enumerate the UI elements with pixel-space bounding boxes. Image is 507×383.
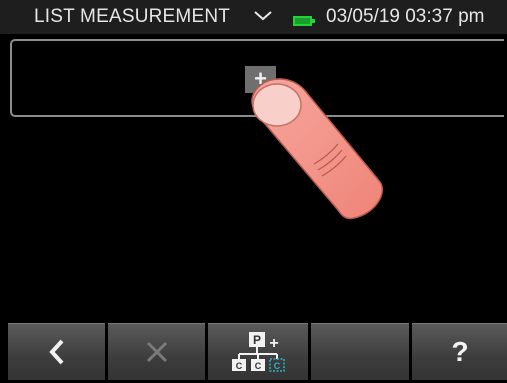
delete-button[interactable]	[108, 323, 205, 380]
hierarchy-icon-plus: +	[269, 335, 278, 352]
chevron-down-icon[interactable]	[252, 9, 274, 23]
add-measurement-button[interactable]: +	[245, 66, 276, 93]
hierarchy-icon-c2: C	[255, 361, 262, 371]
hierarchy-icon-c1: C	[236, 361, 243, 371]
datetime: 03/05/19 03:37 pm	[326, 6, 485, 27]
hierarchy-icon-p: P	[253, 333, 261, 347]
back-button[interactable]	[8, 323, 105, 380]
chevron-left-icon	[47, 338, 67, 366]
add-hierarchy-button[interactable]: P + C C C	[208, 323, 308, 380]
close-icon	[145, 340, 169, 364]
help-label: ?	[451, 336, 469, 367]
softkey-bar: P + C C C ?	[8, 323, 507, 383]
battery-icon	[293, 13, 315, 26]
list-measurement-screen: LIST MEASUREMENT 03/05/19 03:37 pm + P +…	[0, 0, 507, 383]
status-bar: LIST MEASUREMENT 03/05/19 03:37 pm	[0, 0, 507, 34]
empty-softkey[interactable]	[311, 323, 409, 380]
hierarchy-add-icon: P + C C C	[227, 330, 289, 374]
hierarchy-icon-c3: C	[274, 361, 281, 371]
screen-title: LIST MEASUREMENT	[34, 6, 231, 27]
help-button[interactable]: ?	[412, 323, 507, 380]
